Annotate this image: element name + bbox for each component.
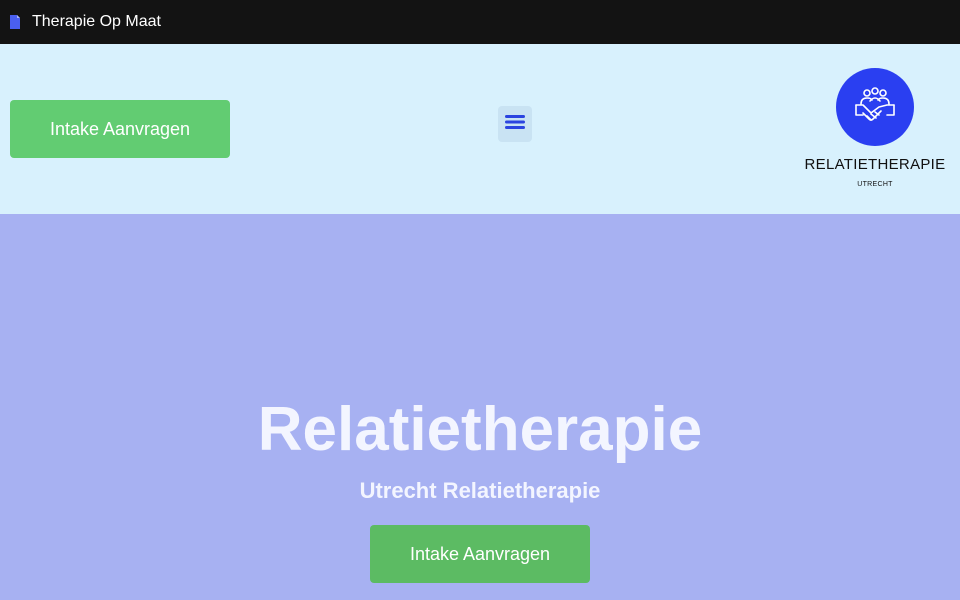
hero-section: Relatietherapie Utrecht Relatietherapie … (0, 214, 960, 600)
site-logo[interactable]: RELATIETHERAPIE UTRECHT (800, 68, 950, 188)
site-header: Intake Aanvragen RELATIETHERAPIE UTRECHT (0, 44, 960, 214)
logo-subtitle: UTRECHT (857, 181, 893, 188)
hero-subtitle: Utrecht Relatietherapie (359, 478, 601, 503)
document-icon (9, 15, 21, 29)
logo-name: RELATIETHERAPIE (804, 156, 946, 173)
hamburger-menu-icon (505, 114, 525, 135)
header-intake-button[interactable]: Intake Aanvragen (10, 100, 230, 158)
handshake-people-icon (836, 68, 914, 146)
menu-toggle-button[interactable] (498, 106, 532, 142)
tab-title[interactable]: Therapie Op Maat (32, 13, 161, 31)
hero-title: Relatietherapie (257, 395, 703, 464)
hero-intake-button[interactable]: Intake Aanvragen (370, 525, 590, 583)
browser-tab-bar: Therapie Op Maat (0, 0, 960, 44)
